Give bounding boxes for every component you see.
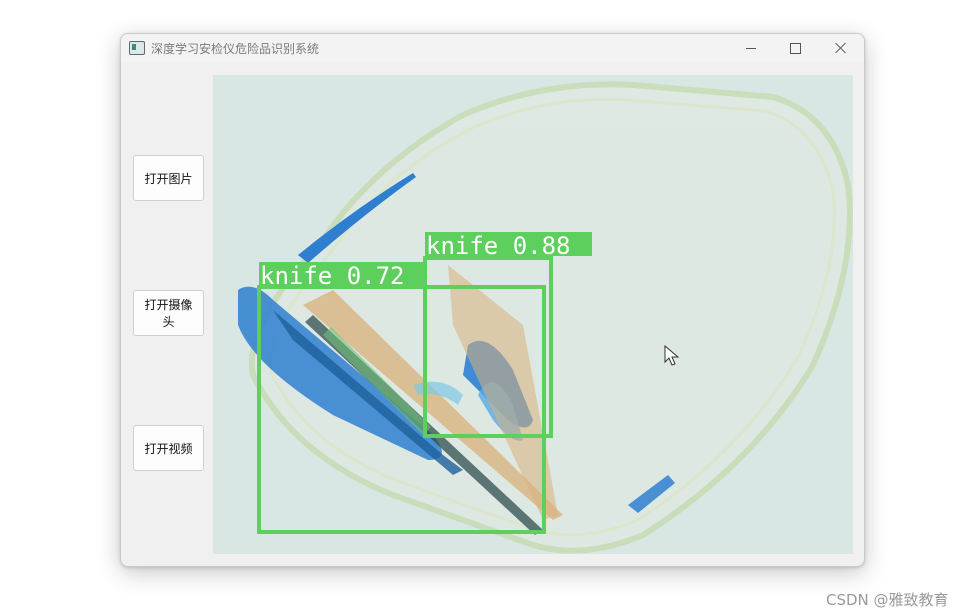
- detection-image-view: knife 0.88 knife 0.72: [213, 75, 853, 554]
- window-title: 深度学习安检仪危险品识别系统: [151, 42, 320, 56]
- maximize-icon: [790, 42, 801, 54]
- close-icon: [835, 42, 847, 54]
- open-video-button[interactable]: 打开视频: [133, 425, 204, 471]
- app-window: 深度学习安检仪危险品识别系统 打开图片 打开摄像头 打开视频 knife 0.8…: [120, 33, 865, 567]
- title-bar[interactable]: 深度学习安检仪危险品识别系统: [121, 34, 864, 62]
- close-button[interactable]: [818, 34, 863, 62]
- watermark: CSDN @雅致教育: [826, 591, 949, 609]
- detection-label-1: knife 0.88: [426, 232, 571, 260]
- app-icon: [129, 41, 145, 55]
- maximize-button[interactable]: [773, 34, 818, 62]
- detection-label-2: knife 0.72: [260, 262, 405, 290]
- open-image-button[interactable]: 打开图片: [133, 155, 204, 201]
- minimize-icon: [745, 47, 756, 49]
- minimize-button[interactable]: [728, 34, 773, 62]
- xray-image: knife 0.88 knife 0.72: [238, 81, 853, 554]
- open-camera-button[interactable]: 打开摄像头: [133, 290, 204, 336]
